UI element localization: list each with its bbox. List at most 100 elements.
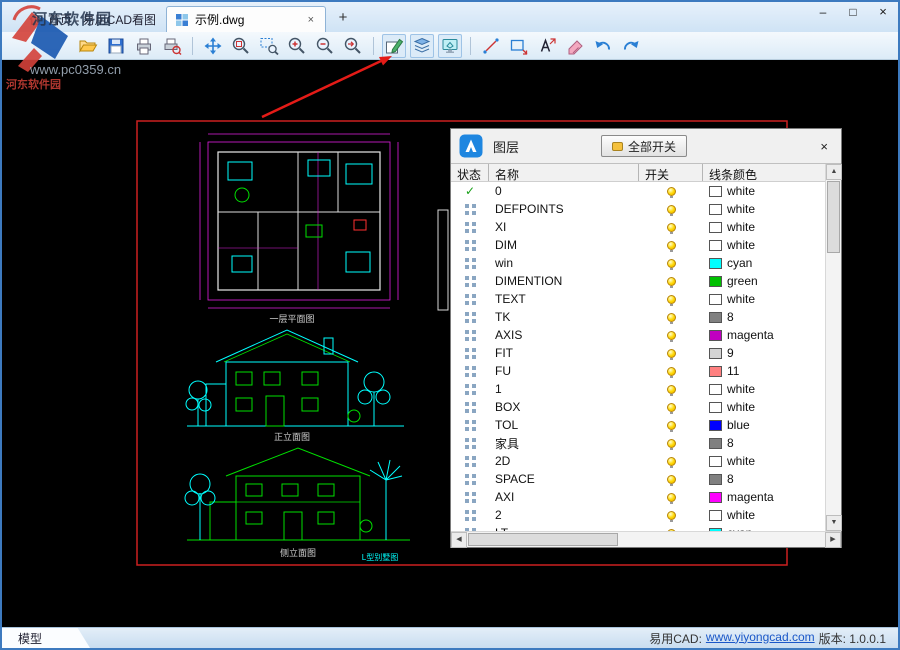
maximize-button[interactable]: □	[838, 2, 868, 24]
column-line-color[interactable]: 线条颜色	[703, 164, 825, 181]
undo-button[interactable]	[591, 34, 615, 58]
table-row[interactable]: win cyan	[451, 254, 825, 272]
layer-color-cell[interactable]: 8	[703, 472, 825, 486]
layer-visibility-toggle[interactable]	[639, 439, 703, 448]
layer-color-cell[interactable]: white	[703, 238, 825, 252]
layer-dialog-header[interactable]: 图层 全部开关 ×	[451, 129, 841, 163]
layer-visibility-toggle[interactable]	[639, 277, 703, 286]
new-tab-button[interactable]: +	[332, 8, 354, 30]
zoom-out-button[interactable]	[313, 34, 337, 58]
drawing-canvas[interactable]: 一层平面图	[2, 60, 898, 627]
layer-color-cell[interactable]: white	[703, 202, 825, 216]
table-row[interactable]: ✓ 0 white	[451, 182, 825, 200]
zoom-in-button[interactable]	[285, 34, 309, 58]
minimize-button[interactable]: –	[808, 2, 838, 24]
layer-visibility-toggle[interactable]	[639, 259, 703, 268]
table-row[interactable]: DIM white	[451, 236, 825, 254]
layer-visibility-toggle[interactable]	[639, 421, 703, 430]
close-window-button[interactable]: ×	[868, 2, 898, 24]
table-row[interactable]: LT cyan	[451, 524, 825, 531]
layer-visibility-toggle[interactable]	[639, 493, 703, 502]
layer-color-cell[interactable]: blue	[703, 418, 825, 432]
layer-color-cell[interactable]: 9	[703, 346, 825, 360]
scroll-left-icon[interactable]: ◀	[451, 532, 467, 548]
layer-color-cell[interactable]: white	[703, 220, 825, 234]
layer-visibility-toggle[interactable]	[639, 349, 703, 358]
table-row[interactable]: DEFPOINTS white	[451, 200, 825, 218]
save-button[interactable]	[104, 34, 128, 58]
table-row[interactable]: DIMENTION green	[451, 272, 825, 290]
layer-color-cell[interactable]: green	[703, 274, 825, 288]
measure-line-button[interactable]	[479, 34, 503, 58]
close-dialog-icon[interactable]: ×	[815, 137, 833, 156]
vertical-scrollbar[interactable]: ▲ ▼	[825, 164, 841, 531]
layer-color-cell[interactable]: white	[703, 382, 825, 396]
vertical-scroll-thumb[interactable]	[827, 181, 840, 253]
tab-document[interactable]: 示例.dwg ×	[166, 6, 326, 32]
layer-visibility-toggle[interactable]	[639, 205, 703, 214]
column-name[interactable]: 名称	[489, 164, 639, 181]
layer-color-cell[interactable]: white	[703, 454, 825, 468]
open-button[interactable]	[76, 34, 100, 58]
layer-visibility-toggle[interactable]	[639, 367, 703, 376]
layer-visibility-toggle[interactable]	[639, 475, 703, 484]
table-row[interactable]: XI white	[451, 218, 825, 236]
layer-visibility-toggle[interactable]	[639, 187, 703, 196]
table-row[interactable]: SPACE 8	[451, 470, 825, 488]
pan-button[interactable]	[201, 34, 225, 58]
layer-color-cell[interactable]: white	[703, 292, 825, 306]
table-row[interactable]: AXI magenta	[451, 488, 825, 506]
layer-visibility-toggle[interactable]	[639, 511, 703, 520]
layer-visibility-toggle[interactable]	[639, 331, 703, 340]
table-row[interactable]: 2 white	[451, 506, 825, 524]
layer-visibility-toggle[interactable]	[639, 295, 703, 304]
text-style-button[interactable]	[535, 34, 559, 58]
layer-manager-button[interactable]	[382, 34, 406, 58]
eraser-button[interactable]	[563, 34, 587, 58]
layer-visibility-toggle[interactable]	[639, 223, 703, 232]
table-row[interactable]: 1 white	[451, 380, 825, 398]
measure-area-button[interactable]	[507, 34, 531, 58]
layer-color-cell[interactable]: 8	[703, 310, 825, 324]
table-row[interactable]: FU 11	[451, 362, 825, 380]
layer-visibility-toggle[interactable]	[639, 385, 703, 394]
table-row[interactable]: TK 8	[451, 308, 825, 326]
toggle-all-button[interactable]: 全部开关	[601, 135, 687, 157]
table-row[interactable]: BOX white	[451, 398, 825, 416]
scroll-down-icon[interactable]: ▼	[826, 515, 842, 531]
layer-visibility-toggle[interactable]	[639, 403, 703, 412]
scroll-up-icon[interactable]: ▲	[826, 164, 842, 180]
layer-color-cell[interactable]: 8	[703, 436, 825, 450]
table-row[interactable]: FIT 9	[451, 344, 825, 362]
zoom-extents-button[interactable]	[229, 34, 253, 58]
tab-home[interactable]: 首页 - 易用CAD看图	[2, 6, 166, 32]
horizontal-scrollbar[interactable]: ◀ ▶	[451, 531, 841, 547]
scroll-right-icon[interactable]: ▶	[825, 532, 841, 548]
column-status[interactable]: 状态	[451, 164, 489, 181]
table-row[interactable]: TEXT white	[451, 290, 825, 308]
model-space-tab[interactable]: 模型	[2, 628, 90, 648]
redo-button[interactable]	[619, 34, 643, 58]
zoom-window-button[interactable]	[257, 34, 281, 58]
horizontal-scroll-thumb[interactable]	[468, 533, 618, 546]
layer-color-cell[interactable]: magenta	[703, 490, 825, 504]
layouts-button[interactable]	[410, 34, 434, 58]
layer-color-cell[interactable]: cyan	[703, 256, 825, 270]
table-row[interactable]: TOL blue	[451, 416, 825, 434]
layer-visibility-toggle[interactable]	[639, 313, 703, 322]
zoom-previous-button[interactable]	[341, 34, 365, 58]
layer-color-cell[interactable]: white	[703, 184, 825, 198]
vendor-link[interactable]: www.yiyongcad.com	[706, 630, 815, 647]
close-tab-icon[interactable]: ×	[305, 14, 317, 26]
table-row[interactable]: 家具 8	[451, 434, 825, 452]
layer-color-cell[interactable]: magenta	[703, 328, 825, 342]
layer-visibility-toggle[interactable]	[639, 241, 703, 250]
layer-color-cell[interactable]: white	[703, 400, 825, 414]
view-3d-button[interactable]	[438, 34, 462, 58]
table-row[interactable]: AXIS magenta	[451, 326, 825, 344]
print-button[interactable]	[132, 34, 156, 58]
layer-color-cell[interactable]: 11	[703, 364, 825, 378]
print-preview-button[interactable]	[160, 34, 184, 58]
layer-visibility-toggle[interactable]	[639, 457, 703, 466]
table-row[interactable]: 2D white	[451, 452, 825, 470]
